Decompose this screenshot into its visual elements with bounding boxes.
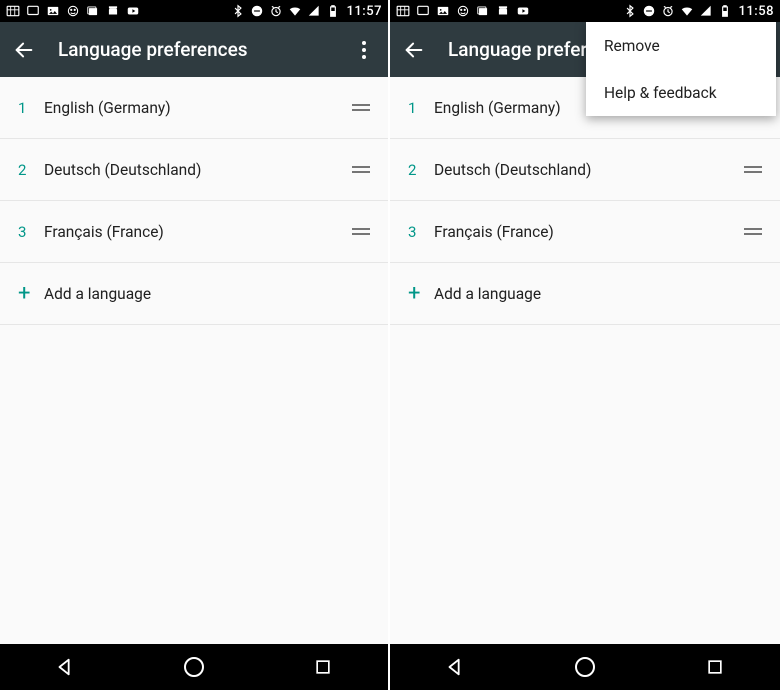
store-icon: [496, 4, 510, 18]
screen-left: 11:57 Language preferences 1 English (Ge…: [0, 0, 390, 690]
nav-home-button[interactable]: [572, 654, 598, 680]
language-name: Deutsch (Deutschland): [44, 161, 348, 179]
toolbar: Language preferences: [0, 22, 388, 77]
cell-icon: [307, 4, 321, 18]
nav-back-button[interactable]: [52, 654, 78, 680]
wifi-icon: [680, 4, 694, 18]
navigation-bar: [390, 644, 780, 690]
status-clock: 11:57: [347, 4, 382, 19]
drag-handle-icon[interactable]: [740, 166, 762, 173]
language-index: 1: [408, 99, 434, 117]
language-name: English (Germany): [44, 99, 348, 117]
drag-handle-icon[interactable]: [348, 104, 370, 111]
nav-home-button[interactable]: [181, 654, 207, 680]
language-index: 3: [18, 223, 44, 241]
battery-icon: [718, 4, 732, 18]
drag-handle-icon[interactable]: [348, 166, 370, 173]
back-button[interactable]: [400, 36, 428, 64]
add-language-button[interactable]: + Add a language: [0, 263, 388, 325]
menu-item-remove[interactable]: Remove: [586, 22, 776, 69]
drag-handle-icon[interactable]: [348, 228, 370, 235]
plus-icon: +: [18, 283, 44, 305]
grid-icon: [396, 4, 410, 18]
nav-recents-button[interactable]: [310, 654, 336, 680]
language-row[interactable]: 2 Deutsch (Deutschland): [0, 139, 388, 201]
nav-back-button[interactable]: [442, 654, 468, 680]
language-row[interactable]: 3 Français (France): [0, 201, 388, 263]
language-index: 2: [18, 161, 44, 179]
language-row[interactable]: 2 Deutsch (Deutschland): [390, 139, 780, 201]
language-name: Deutsch (Deutschland): [434, 161, 740, 179]
overflow-menu: Remove Help & feedback: [586, 22, 776, 116]
navigation-bar: [0, 644, 388, 690]
picture-icon: [46, 4, 60, 18]
cast-icon: [416, 4, 430, 18]
cards-icon: [476, 4, 490, 18]
language-name: Français (France): [434, 223, 740, 241]
status-clock: 11:58: [739, 4, 774, 19]
add-language-label: Add a language: [44, 285, 151, 303]
status-bar: 11:58: [390, 0, 780, 22]
wifi-icon: [288, 4, 302, 18]
dnd-icon: [250, 4, 264, 18]
back-button[interactable]: [10, 36, 38, 64]
add-language-label: Add a language: [434, 285, 541, 303]
language-row[interactable]: 3 Français (France): [390, 201, 780, 263]
status-bar: 11:57: [0, 0, 388, 22]
language-name: Français (France): [44, 223, 348, 241]
cell-icon: [699, 4, 713, 18]
language-index: 3: [408, 223, 434, 241]
dnd-icon: [642, 4, 656, 18]
robot-icon: [456, 4, 470, 18]
nav-recents-button[interactable]: [702, 654, 728, 680]
more-vert-icon: [362, 39, 366, 60]
menu-item-help[interactable]: Help & feedback: [586, 69, 776, 116]
language-index: 2: [408, 161, 434, 179]
youtube-icon: [126, 4, 140, 18]
language-row[interactable]: 1 English (Germany): [0, 77, 388, 139]
language-index: 1: [18, 99, 44, 117]
language-list: 1 English (Germany) 2 Deutsch (Deutschla…: [390, 77, 780, 644]
alarm-icon: [661, 4, 675, 18]
page-title: Language preferences: [58, 38, 350, 61]
cast-icon: [26, 4, 40, 18]
overflow-button[interactable]: [350, 36, 378, 64]
youtube-icon: [516, 4, 530, 18]
drag-handle-icon[interactable]: [740, 228, 762, 235]
plus-icon: +: [408, 283, 434, 305]
bluetooth-icon: [231, 4, 245, 18]
screen-right: 11:58 Language preferences Remove Help &…: [390, 0, 780, 690]
add-language-button[interactable]: + Add a language: [390, 263, 780, 325]
alarm-icon: [269, 4, 283, 18]
bluetooth-icon: [623, 4, 637, 18]
robot-icon: [66, 4, 80, 18]
store-icon: [106, 4, 120, 18]
picture-icon: [436, 4, 450, 18]
battery-icon: [326, 4, 340, 18]
grid-icon: [6, 4, 20, 18]
language-list: 1 English (Germany) 2 Deutsch (Deutschla…: [0, 77, 388, 644]
cards-icon: [86, 4, 100, 18]
